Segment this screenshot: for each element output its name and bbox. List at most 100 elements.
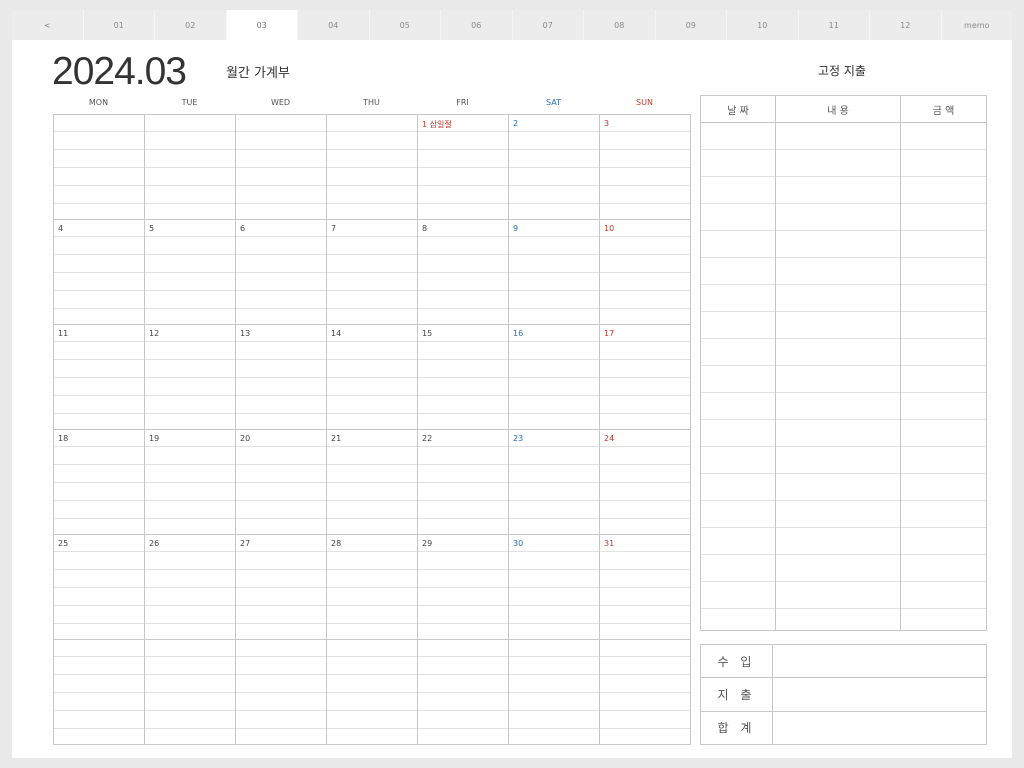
day-cell[interactable]: 2 (509, 115, 600, 220)
day-number: 19 (149, 434, 162, 443)
calendar-grid: 1 삼일절 2 3 4 5 6 7 8 9 10 11 12 13 14 15 16 17 18 19 20 21 22 2… (53, 114, 691, 745)
tab-month-04[interactable]: 04 (298, 10, 370, 40)
total-label: 합 계 (701, 711, 773, 744)
day-cell[interactable] (418, 640, 509, 745)
day-cell[interactable]: 25 (54, 535, 145, 640)
tab-month-05[interactable]: 05 (369, 10, 441, 40)
weekday-header: MON TUE WED THU FRI SAT SUN (53, 98, 690, 114)
day-number: 25 (58, 539, 71, 548)
tab-month-01[interactable]: 01 (83, 10, 155, 40)
day-cell[interactable]: 11 (54, 325, 145, 430)
header-amount: 금 액 (932, 105, 955, 117)
day-cell[interactable]: 24 (600, 430, 691, 535)
day-cell[interactable]: 4 (54, 220, 145, 325)
day-number: 15 (422, 329, 435, 338)
day-cell[interactable]: 31 (600, 535, 691, 640)
day-cell[interactable]: 9 (509, 220, 600, 325)
day-cell[interactable]: 22 (418, 430, 509, 535)
day-cell[interactable]: 14 (327, 325, 418, 430)
expense-row: 지 출 (701, 678, 986, 712)
day-number: 20 (240, 434, 253, 443)
content-column[interactable] (776, 123, 901, 630)
day-cell[interactable] (54, 115, 145, 220)
weekday-mon: MON (88, 98, 109, 107)
day-cell[interactable]: 8 (418, 220, 509, 325)
day-cell[interactable]: 17 (600, 325, 691, 430)
day-cell[interactable]: 18 (54, 430, 145, 535)
day-number: 24 (604, 434, 617, 443)
expense-label: 지 출 (701, 678, 773, 711)
day-number: 21 (331, 434, 344, 443)
tab-month-09[interactable]: 09 (655, 10, 727, 40)
fixed-expense-body[interactable] (701, 123, 986, 630)
income-value[interactable] (773, 645, 986, 677)
day-cell[interactable] (327, 640, 418, 745)
day-cell[interactable] (236, 115, 327, 220)
day-cell[interactable]: 7 (327, 220, 418, 325)
page-subtitle: 월간 가계부 (226, 66, 290, 81)
total-row: 합 계 (701, 711, 986, 744)
expense-value[interactable] (773, 678, 986, 710)
day-cell[interactable]: 16 (509, 325, 600, 430)
day-cell[interactable]: 21 (327, 430, 418, 535)
tab-month-02[interactable]: 02 (155, 10, 227, 40)
day-cell[interactable]: 28 (327, 535, 418, 640)
day-number: 28 (331, 539, 344, 548)
day-cell[interactable]: 23 (509, 430, 600, 535)
date-column[interactable] (701, 123, 776, 630)
day-number: 23 (513, 434, 526, 443)
day-number: 14 (331, 329, 344, 338)
day-cell[interactable]: 26 (145, 535, 236, 640)
day-number: 2 (513, 119, 521, 128)
tab-month-10[interactable]: 10 (727, 10, 799, 40)
tab-month-06[interactable]: 06 (441, 10, 513, 40)
day-number: 12 (149, 329, 162, 338)
day-cell[interactable]: 15 (418, 325, 509, 430)
day-cell[interactable] (145, 640, 236, 745)
day-number: 30 (513, 539, 526, 548)
day-cell[interactable] (54, 640, 145, 745)
tab-month-07[interactable]: 07 (512, 10, 584, 40)
day-cell[interactable]: 27 (236, 535, 327, 640)
day-cell[interactable] (327, 115, 418, 220)
day-cell[interactable] (509, 640, 600, 745)
day-number: 17 (604, 329, 617, 338)
tab-month-12[interactable]: 12 (870, 10, 942, 40)
day-number: 29 (422, 539, 435, 548)
year-month-title: 2024.03 (52, 50, 187, 93)
day-number: 22 (422, 434, 435, 443)
income-row: 수 입 (701, 645, 986, 679)
day-number: 18 (58, 434, 71, 443)
tab-memo[interactable]: memo (941, 10, 1012, 40)
day-number: 8 (422, 224, 430, 233)
day-number: 13 (240, 329, 253, 338)
day-cell[interactable]: 6 (236, 220, 327, 325)
day-cell[interactable]: 13 (236, 325, 327, 430)
day-cell[interactable]: 10 (600, 220, 691, 325)
summary-table: 수 입 지 출 합 계 (700, 644, 987, 745)
planner-page: 2024.03 월간 가계부 MON TUE WED THU FRI SAT SUN 1 삼… (12, 40, 1012, 758)
day-number: 6 (240, 224, 248, 233)
day-cell[interactable]: 12 (145, 325, 236, 430)
day-cell[interactable] (145, 115, 236, 220)
day-cell[interactable] (600, 640, 691, 745)
amount-column[interactable] (901, 123, 986, 630)
day-number: 27 (240, 539, 253, 548)
header-date: 날 짜 (701, 96, 776, 122)
day-cell[interactable]: 1 삼일절 (418, 115, 509, 220)
day-cell[interactable] (236, 640, 327, 745)
day-cell[interactable]: 5 (145, 220, 236, 325)
day-cell[interactable]: 20 (236, 430, 327, 535)
day-cell[interactable]: 30 (509, 535, 600, 640)
day-cell[interactable]: 29 (418, 535, 509, 640)
tab-month-03[interactable]: 03 (226, 10, 298, 40)
day-number: 31 (604, 539, 617, 548)
tab-month-11[interactable]: 11 (798, 10, 870, 40)
day-number: 1 삼일절 (422, 119, 454, 130)
tab-back[interactable]: < (12, 10, 84, 40)
total-value[interactable] (773, 712, 986, 744)
day-number: 4 (58, 224, 66, 233)
day-cell[interactable]: 3 (600, 115, 691, 220)
tab-month-08[interactable]: 08 (584, 10, 656, 40)
day-cell[interactable]: 19 (145, 430, 236, 535)
